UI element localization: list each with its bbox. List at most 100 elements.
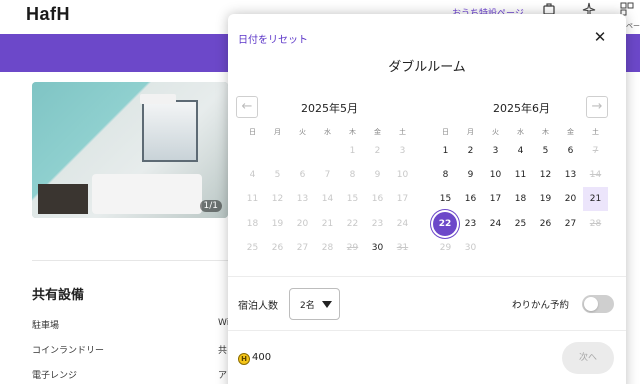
selected-checkin-day[interactable]: 22 <box>433 212 457 236</box>
calendar-day: 15 <box>346 194 359 204</box>
weekday-label: 水 <box>324 128 331 136</box>
photo-air-conditioner <box>140 94 176 104</box>
calendar-day: 5 <box>274 170 281 180</box>
weekday-label: 火 <box>492 128 499 136</box>
month-label-may: 2025年5月 <box>301 102 358 115</box>
guests-select[interactable]: 2名 <box>289 288 340 320</box>
prev-month-button[interactable]: ← <box>236 96 258 118</box>
calendar-day: 8 <box>349 170 356 180</box>
guests-value: 2名 <box>300 301 315 311</box>
weekday-label: 金 <box>374 128 381 136</box>
calendar-day[interactable]: 18 <box>508 187 533 211</box>
month-label-june: 2025年6月 <box>493 102 550 115</box>
calendar-day[interactable]: 24 <box>483 212 508 236</box>
calendar-day[interactable]: 16 <box>458 187 483 211</box>
calendar-day: 7 <box>592 146 599 156</box>
calendar-day: 17 <box>396 194 409 204</box>
calendar-day[interactable]: 10 <box>483 163 508 187</box>
guests-label: 宿泊人数 <box>238 301 278 312</box>
amenity-item: 電子レンジ <box>32 371 78 381</box>
calendar-day[interactable]: 27 <box>558 212 583 236</box>
calendar-day[interactable]: 21 <box>583 187 608 211</box>
calendar-day[interactable]: 25 <box>508 212 533 236</box>
calendar-day: 21 <box>321 219 334 229</box>
calendar-day: 29 <box>439 243 452 253</box>
toggle-knob <box>584 297 598 311</box>
calendar-day[interactable]: 12 <box>533 163 558 187</box>
calendar-day: 20 <box>296 219 309 229</box>
weekday-label: 月 <box>467 128 474 136</box>
calendar-day[interactable]: 19 <box>533 187 558 211</box>
split-payment-toggle[interactable] <box>582 295 614 313</box>
calendar-day: 24 <box>396 219 409 229</box>
photo-desk <box>38 184 88 214</box>
calendar-day[interactable]: 23 <box>458 212 483 236</box>
coin-icon: H <box>238 353 250 365</box>
room-photo[interactable]: 1/1 <box>32 82 228 218</box>
calendar-day[interactable]: 2 <box>458 139 483 163</box>
weekday-label: 木 <box>349 128 356 136</box>
next-month-button[interactable]: → <box>586 96 608 118</box>
calendar-day[interactable]: 8 <box>433 163 458 187</box>
calendar-day: 22 <box>346 219 359 229</box>
calendar-day: 11 <box>246 194 259 204</box>
calendar-day[interactable]: 1 <box>433 139 458 163</box>
weekday-label: 月 <box>274 128 281 136</box>
photo-counter: 1/1 <box>199 200 222 212</box>
reset-dates-link[interactable]: 日付をリセット <box>238 31 308 46</box>
close-button[interactable]: ✕ <box>590 27 610 47</box>
calendar-day[interactable]: 4 <box>508 139 533 163</box>
calendar-day[interactable]: 26 <box>533 212 558 236</box>
modal-divider <box>228 330 626 331</box>
calendar-day: 4 <box>249 170 256 180</box>
calendar-day: 18 <box>246 219 259 229</box>
calendar-day: 29 <box>346 243 359 253</box>
amenities-title: 共有設備 <box>32 288 85 303</box>
calendar-day: 2 <box>374 146 381 156</box>
calendar-day: 28 <box>321 243 334 253</box>
weekday-label: 木 <box>542 128 549 136</box>
calendar-day: 9 <box>374 170 381 180</box>
photo-window <box>142 100 198 162</box>
weekday-label: 土 <box>399 128 406 136</box>
calendar-day: 7 <box>324 170 331 180</box>
calendar-day: 13 <box>296 194 309 204</box>
calendar-day[interactable]: 3 <box>483 139 508 163</box>
calendar-day[interactable]: 17 <box>483 187 508 211</box>
calendar-day: 1 <box>349 146 356 156</box>
calendar-day: 25 <box>246 243 259 253</box>
calendar-day[interactable]: 15 <box>433 187 458 211</box>
calendar-day[interactable]: 9 <box>458 163 483 187</box>
chevron-down-icon <box>322 301 332 308</box>
calendar-day[interactable]: 30 <box>365 236 390 260</box>
close-icon: ✕ <box>593 28 607 46</box>
arrow-left-icon: ← <box>241 99 253 114</box>
calendar-day: 31 <box>396 243 409 253</box>
calendar-day: 28 <box>589 219 602 229</box>
calendar-day: 19 <box>271 219 284 229</box>
hafh-logo[interactable]: HafH <box>26 4 70 25</box>
calendar-day: 14 <box>589 170 602 180</box>
next-button[interactable]: 次へ <box>562 342 614 374</box>
calendar-day: 26 <box>271 243 284 253</box>
split-payment-label: わりかん予約 <box>512 300 570 311</box>
modal-divider <box>228 276 626 277</box>
amenity-item: 共 <box>218 346 228 356</box>
calendar-day[interactable]: 20 <box>558 187 583 211</box>
calendar-day: 16 <box>371 194 384 204</box>
calendar-day[interactable]: 11 <box>508 163 533 187</box>
weekday-label: 日 <box>249 128 256 136</box>
weekday-label: 日 <box>442 128 449 136</box>
weekday-label: 金 <box>567 128 574 136</box>
calendar-day: 27 <box>296 243 309 253</box>
calendar-day[interactable]: 13 <box>558 163 583 187</box>
calendar-day: 12 <box>271 194 284 204</box>
weekday-label: 火 <box>299 128 306 136</box>
photo-bed <box>92 174 202 214</box>
calendar-day: 3 <box>399 146 406 156</box>
calendar-day[interactable]: 6 <box>558 139 583 163</box>
calendar-day: 6 <box>299 170 306 180</box>
calendar-day[interactable]: 5 <box>533 139 558 163</box>
arrow-right-icon: → <box>591 99 603 114</box>
calendar-day: 14 <box>321 194 334 204</box>
